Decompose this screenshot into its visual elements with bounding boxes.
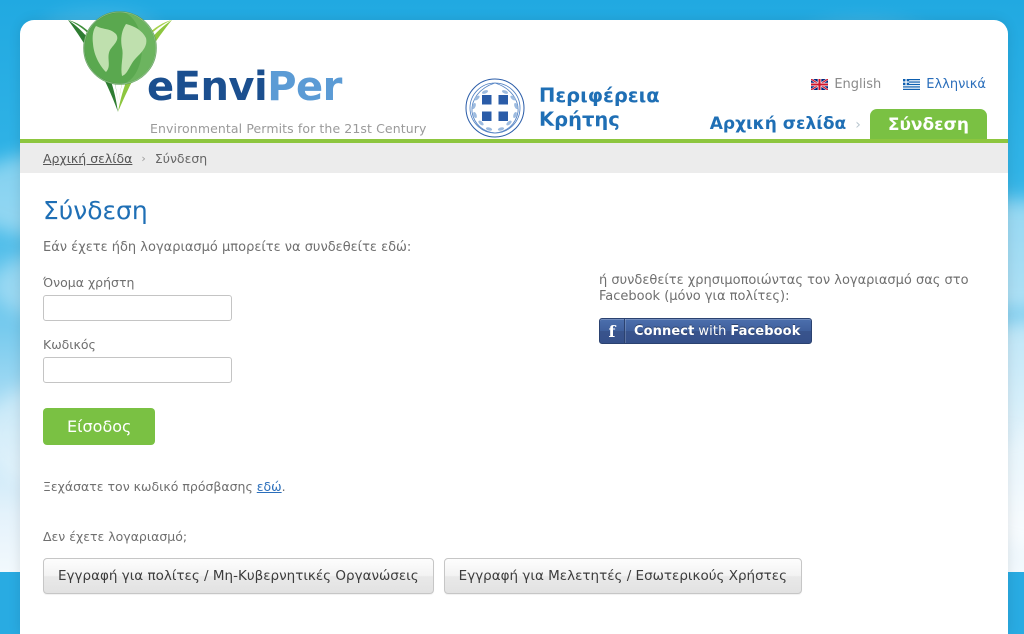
language-label-greek: Ελληνικά bbox=[926, 77, 986, 92]
breadcrumb-separator-icon: › bbox=[141, 151, 146, 165]
region-name: Περιφέρεια Κρήτης bbox=[539, 84, 660, 133]
breadcrumb-item-current: Σύνδεση bbox=[154, 150, 208, 166]
language-option-greek[interactable]: Ελληνικά bbox=[903, 77, 986, 92]
site-logo[interactable]: eEnviPer Environmental Permits for the 2… bbox=[30, 4, 430, 149]
facebook-connect-button[interactable]: f Connect with Facebook bbox=[599, 318, 813, 344]
main-navigation: Αρχική σελίδα › Σύνδεση bbox=[710, 103, 1008, 143]
language-label-english: English bbox=[834, 77, 882, 92]
password-field-group: Κωδικός bbox=[43, 337, 563, 384]
page-title: Σύνδεση bbox=[43, 196, 148, 225]
language-option-english[interactable]: English bbox=[811, 77, 881, 92]
facebook-connect-label: Connect with Facebook bbox=[625, 319, 811, 343]
logo-wordmark-light: Per bbox=[267, 64, 342, 110]
greek-coat-of-arms-icon bbox=[465, 78, 525, 138]
login-columns: Εάν έχετε ήδη λογαριασμό μπορείτε να συν… bbox=[43, 239, 985, 595]
greece-flag-icon bbox=[903, 79, 921, 90]
facebook-label-with: with bbox=[698, 323, 727, 339]
login-intro-text: Εάν έχετε ήδη λογαριασμό μπορείτε να συν… bbox=[43, 239, 412, 255]
header-divider bbox=[20, 139, 1008, 143]
facebook-intro-text: ή συνδεθείτε χρησιμοποιώντας τον λογαρια… bbox=[599, 272, 969, 304]
password-label: Κωδικός bbox=[43, 337, 96, 353]
nav-item-login[interactable]: Σύνδεση bbox=[869, 109, 987, 143]
language-selector: English Ελληνικά bbox=[811, 77, 986, 92]
forgot-password-prefix: Ξεχάσατε τον κωδικό πρόσβασης bbox=[43, 479, 257, 495]
registration-buttons: Εγγραφή για πολίτες / Μη-Κυβερνητικές Ορ… bbox=[43, 558, 803, 595]
uk-flag-icon bbox=[811, 79, 829, 90]
region-name-line2: Κρήτης bbox=[539, 108, 620, 131]
password-input[interactable] bbox=[43, 357, 232, 384]
facebook-label-connect: Connect bbox=[634, 323, 695, 339]
register-professionals-button[interactable]: Εγγραφή για Μελετητές / Εσωτερικούς Χρήσ… bbox=[443, 558, 803, 595]
logo-tagline: Environmental Permits for the 21st Centu… bbox=[150, 121, 427, 136]
facebook-icon: f bbox=[600, 319, 625, 343]
region-of-crete-logo: Περιφέρεια Κρήτης bbox=[465, 78, 660, 138]
site-header: eEnviPer Environmental Permits for the 2… bbox=[20, 11, 1008, 143]
page-container: eEnviPer Environmental Permits for the 2… bbox=[20, 11, 1008, 634]
login-submit-button[interactable]: Είσοδος bbox=[43, 408, 156, 446]
facebook-label-facebook: Facebook bbox=[730, 323, 801, 339]
username-input[interactable] bbox=[43, 295, 232, 322]
main-content: Σύνδεση Εάν έχετε ήδη λογαριασμό μπορείτ… bbox=[20, 173, 1008, 634]
forgot-password-line: Ξεχάσατε τον κωδικό πρόσβασης εδώ. bbox=[43, 479, 563, 494]
logo-wordmark: eEnviPer bbox=[147, 67, 342, 107]
username-label: Όνομα χρήστη bbox=[43, 275, 135, 291]
forgot-password-suffix: . bbox=[281, 479, 286, 495]
region-name-line1: Περιφέρεια bbox=[539, 83, 660, 107]
no-account-text: Δεν έχετε λογαριασμό; bbox=[43, 529, 188, 545]
register-citizens-button[interactable]: Εγγραφή για πολίτες / Μη-Κυβερνητικές Ορ… bbox=[43, 558, 434, 595]
username-field-group: Όνομα χρήστη bbox=[43, 275, 563, 322]
logo-wordmark-dark: eEnvi bbox=[147, 64, 268, 110]
facebook-login-column: ή συνδεθείτε χρησιμοποιώντας τον λογαρια… bbox=[599, 272, 999, 344]
breadcrumb-item-home[interactable]: Αρχική σελίδα bbox=[43, 151, 132, 166]
forgot-password-link[interactable]: εδώ bbox=[257, 479, 282, 494]
login-form-column: Εάν έχετε ήδη λογαριασμό μπορείτε να συν… bbox=[43, 239, 803, 595]
